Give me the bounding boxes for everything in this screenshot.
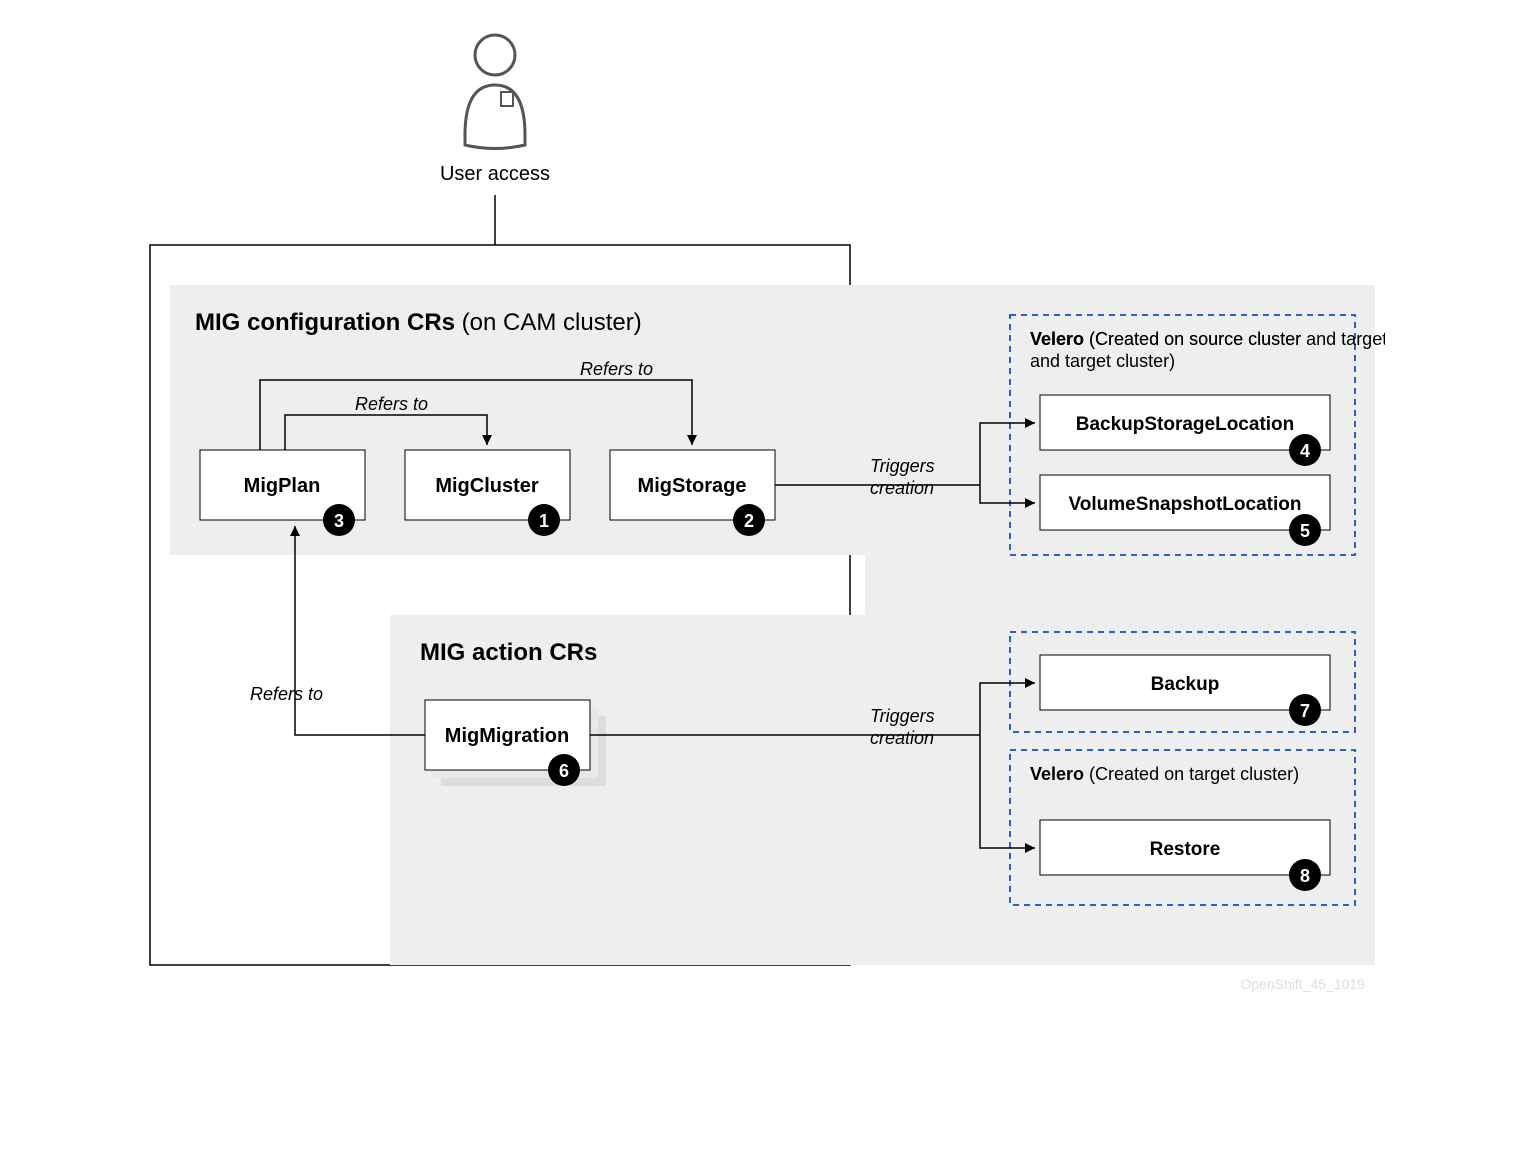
architecture-diagram: User access MIG configuration CRs (on CA… [135,20,1385,1000]
backup-num: 7 [1300,701,1310,721]
edge-trig2a: Triggers [870,706,935,726]
migplan-label: MigPlan [244,475,321,497]
migplan-num: 3 [334,511,344,531]
edge-trig2b: creation [870,728,934,748]
velero1-line2: and target cluster) [1030,351,1175,371]
migmigration-label: MigMigration [445,725,569,747]
volsnapshot-num: 5 [1300,521,1310,541]
user-access-label: User access [440,163,550,185]
edge-refers1-label: Refers to [355,394,428,414]
diagram-svg: User access MIG configuration CRs (on CA… [135,20,1385,1000]
edge-refers2-label: Refers to [580,359,653,379]
migcluster-label: MigCluster [435,475,539,497]
footer-ref: OpenShift_45_1019 [1240,976,1365,992]
backupstorage-label: BackupStorageLocation [1076,414,1295,435]
migstorage-num: 2 [744,511,754,531]
config-section-title: MIG configuration CRs (on CAM cluster) [195,309,642,336]
backup-label: Backup [1151,674,1220,695]
migmigration-num: 6 [559,761,569,781]
backupstorage-num: 4 [1300,441,1310,461]
restore-label: Restore [1150,839,1221,860]
volsnapshot-label: VolumeSnapshotLocation [1069,494,1302,515]
migcluster-num: 1 [539,511,549,531]
velero3-title: Velero (Created on target cluster) [1030,764,1299,784]
migstorage-label: MigStorage [638,475,747,497]
action-section-title: MIG action CRs [420,639,597,666]
edge-trig1a: Triggers [870,456,935,476]
edge-trig1b: creation [870,478,934,498]
user-icon [465,35,525,149]
velero1-line1: Velero (Created on source cluster [1030,329,1301,349]
restore-num: 8 [1300,866,1310,886]
edge-refers3-label: Refers to [250,684,323,704]
